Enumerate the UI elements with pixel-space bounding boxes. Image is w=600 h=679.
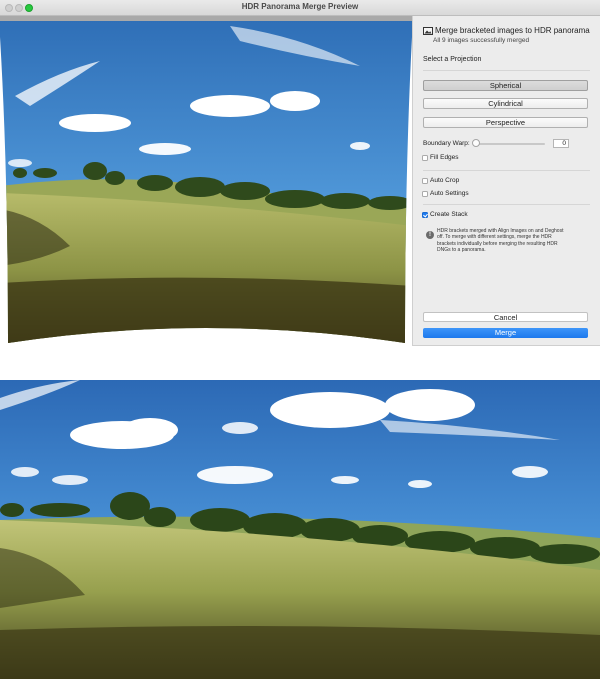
- projection-cylindrical-button[interactable]: Cylindrical: [423, 98, 588, 109]
- divider: [423, 204, 590, 205]
- merged-panorama-photo: [0, 380, 600, 679]
- divider: [423, 70, 590, 71]
- create-stack-checkbox[interactable]: [422, 212, 428, 218]
- auto-settings-checkbox[interactable]: [422, 191, 428, 197]
- hdr-panorama-dialog: HDR Panorama Merge Preview Merge bracket…: [0, 0, 600, 346]
- merge-status-subtitle: All 9 images successfully merged: [433, 37, 530, 44]
- panorama-preview-pane: [0, 16, 413, 346]
- divider: [423, 170, 590, 171]
- create-stack-label: Create Stack: [430, 211, 468, 218]
- auto-settings-label: Auto Settings: [430, 190, 469, 197]
- panorama-preview-image: [0, 21, 412, 343]
- boundary-warp-value-field[interactable]: 0: [553, 139, 569, 148]
- auto-crop-checkbox[interactable]: [422, 178, 428, 184]
- fill-edges-checkbox[interactable]: [422, 155, 428, 161]
- title-bar: HDR Panorama Merge Preview: [0, 0, 600, 16]
- boundary-warp-slider-track[interactable]: [475, 143, 545, 145]
- image-stack-icon: [423, 27, 433, 35]
- fill-edges-label: Fill Edges: [430, 154, 459, 161]
- projection-label: Select a Projection: [423, 56, 482, 63]
- merge-info-text: HDR brackets merged with Align Images on…: [437, 228, 564, 254]
- auto-crop-label: Auto Crop: [430, 177, 460, 184]
- projection-perspective-button[interactable]: Perspective: [423, 117, 588, 128]
- projection-spherical-button[interactable]: Spherical: [423, 80, 588, 91]
- boundary-warp-label: Boundary Warp:: [423, 140, 470, 147]
- boundary-warp-slider-handle[interactable]: [472, 139, 480, 147]
- info-icon: !: [426, 231, 434, 239]
- window-title: HDR Panorama Merge Preview: [241, 2, 359, 11]
- merge-button[interactable]: Merge: [423, 328, 588, 338]
- cancel-button[interactable]: Cancel: [423, 312, 588, 322]
- merge-status-title: Merge bracketed images to HDR panorama: [435, 26, 590, 35]
- settings-panel: Merge bracketed images to HDR panorama A…: [413, 16, 600, 346]
